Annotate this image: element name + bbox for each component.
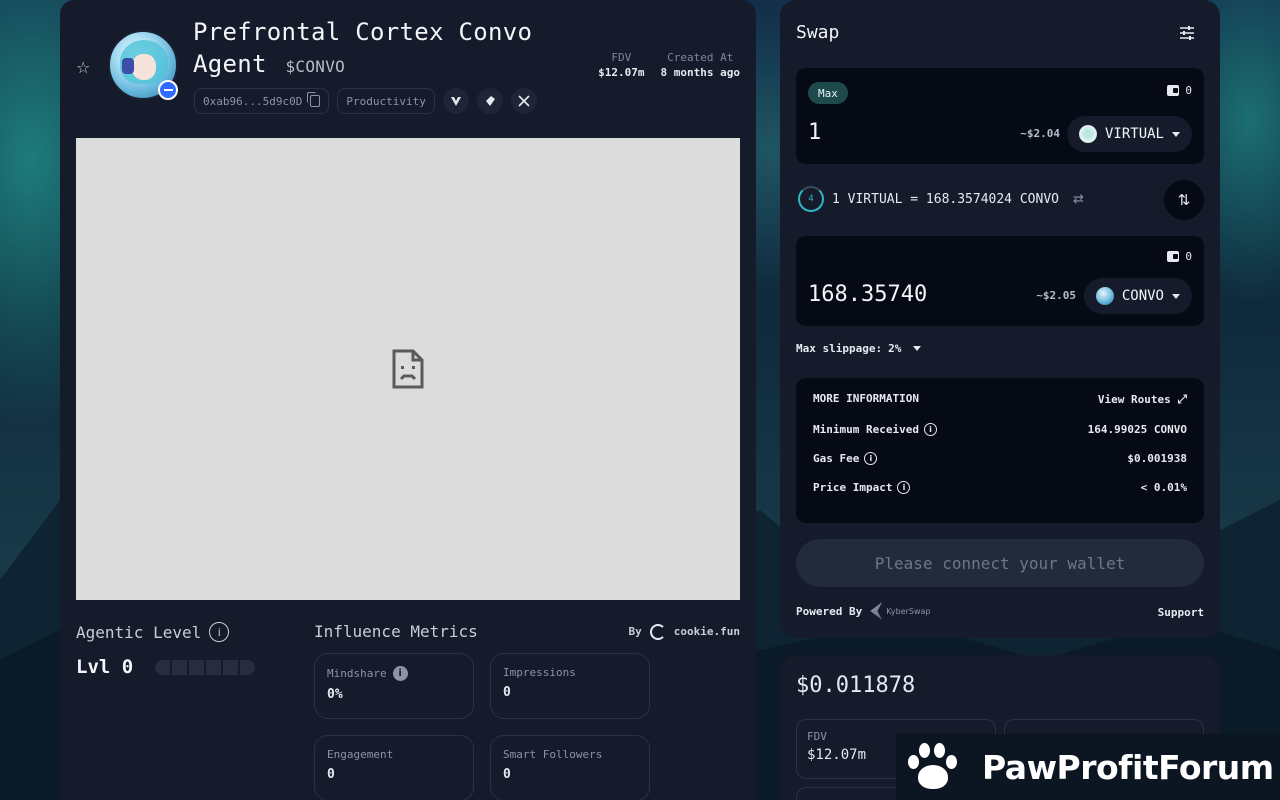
website-icon[interactable] <box>476 88 503 114</box>
info-row-minimum-received: Minimum Received i 164.99025 CONVO <box>813 423 1187 436</box>
to-amount-output[interactable]: 168.35740 <box>808 282 927 307</box>
cookie-icon <box>649 623 666 640</box>
swap-panel: Swap Max 0 1 ~$2.04 VIRTUAL 4 1 VIRTUAL … <box>780 0 1220 638</box>
agentic-label: Agentic Level <box>76 622 202 642</box>
metric-card-impressions: Impressions 0 <box>490 653 650 719</box>
wallet-icon <box>1167 251 1180 262</box>
provider-credit[interactable]: By cookie.fun <box>629 623 740 640</box>
from-token-select[interactable]: VIRTUAL <box>1066 116 1192 152</box>
wallet-icon <box>1167 85 1180 96</box>
swap-from-box: Max 0 1 ~$2.04 VIRTUAL <box>796 68 1204 164</box>
stat-created-at: Created At 8 months ago <box>660 51 740 79</box>
to-usd-value: ~$2.05 <box>1036 289 1076 302</box>
level-progress-bar <box>155 659 256 675</box>
category-chip[interactable]: Productivity <box>337 88 435 114</box>
flip-direction-button[interactable]: ⇅ <box>1164 180 1204 220</box>
info-icon[interactable]: i <box>897 481 911 494</box>
kyberswap-logo: KyberSwap <box>870 602 931 620</box>
kyberswap-icon <box>870 602 883 620</box>
watermark: PawProfitForum <box>896 734 1280 800</box>
agent-name: Prefrontal Cortex Convo Agent <box>193 18 533 78</box>
contract-address: 0xab96...5d9c0D <box>203 94 303 108</box>
virtuals-icon[interactable] <box>442 88 469 114</box>
connect-wallet-button[interactable]: Please connect your wallet <box>796 539 1204 587</box>
agent-panel: ☆ Prefrontal Cortex Convo Agent $CONVO 0… <box>60 0 756 800</box>
more-info-title: MORE INFORMATION <box>813 392 919 405</box>
max-button[interactable]: Max <box>808 82 848 104</box>
influence-metrics: Influence Metrics By cookie.fun Mindshar… <box>314 622 740 800</box>
from-balance: 0 <box>1167 84 1192 97</box>
chevron-down-icon <box>1172 131 1180 137</box>
convo-token-icon <box>1095 287 1114 305</box>
swap-title: Swap <box>796 22 840 43</box>
metric-card-mindshare: Mindshare i 0% <box>314 653 474 719</box>
more-information-box: MORE INFORMATION View Routes ⤢ Minimum R… <box>796 378 1204 523</box>
powered-by: Powered By KyberSwap <box>796 602 931 620</box>
provider-name: cookie.fun <box>673 625 740 638</box>
watermark-text: PawProfitForum <box>982 747 1274 787</box>
support-link[interactable]: Support <box>1158 606 1204 619</box>
swap-to-box: 0 168.35740 ~$2.05 CONVO <box>796 236 1204 326</box>
agentic-level-value: Lvl 0 <box>76 656 134 678</box>
to-token-select[interactable]: CONVO <box>1083 278 1192 314</box>
to-balance: 0 <box>1167 250 1192 263</box>
agentic-level: Agentic Level i Lvl 0 <box>76 622 256 678</box>
virtual-token-icon <box>1078 125 1097 143</box>
metric-card-engagement: Engagement 0 <box>314 735 474 800</box>
slippage-select[interactable]: Max slippage: 2% <box>796 342 922 355</box>
x-icon[interactable] <box>510 88 537 114</box>
info-icon[interactable]: i <box>392 666 408 681</box>
refresh-timer-icon: 4 <box>798 186 824 212</box>
agent-ticker: $CONVO <box>285 57 346 76</box>
chevron-down-icon <box>1172 293 1180 299</box>
category-label: Productivity <box>346 94 426 108</box>
agent-chips: 0xab96...5d9c0D Productivity <box>194 88 537 114</box>
paw-icon <box>906 741 962 793</box>
media-frame <box>76 138 740 600</box>
contract-address-chip[interactable]: 0xab96...5d9c0D <box>194 88 330 114</box>
token-price: $0.011878 <box>796 673 916 698</box>
metric-card-smart-followers: Smart Followers 0 <box>490 735 650 800</box>
exchange-rate: 4 1 VIRTUAL = 168.3574024 CONVO ⇄ <box>798 186 1084 212</box>
broken-document-icon <box>392 349 424 389</box>
info-icon[interactable]: i <box>923 423 937 436</box>
info-row-gas-fee: Gas Fee i $0.001938 <box>813 452 1187 465</box>
expand-icon: ⤢ <box>1177 392 1187 406</box>
from-amount-input[interactable]: 1 <box>808 120 821 145</box>
info-icon[interactable]: i <box>209 622 230 642</box>
status-badge-icon <box>158 80 178 100</box>
refresh-icon[interactable]: ⇄ <box>1073 192 1084 207</box>
from-usd-value: ~$2.04 <box>1020 127 1060 140</box>
settings-sliders-icon[interactable] <box>1178 24 1196 42</box>
copy-icon[interactable] <box>307 92 321 107</box>
favorite-star-icon[interactable]: ☆ <box>76 58 90 77</box>
agent-title: Prefrontal Cortex Convo Agent $CONVO <box>193 16 553 83</box>
chevron-down-icon <box>913 346 922 351</box>
agent-stats: FDV $12.07m Created At 8 months ago <box>598 50 740 81</box>
exchange-rate-text: 1 VIRTUAL = 168.3574024 CONVO <box>832 191 1059 207</box>
info-row-price-impact: Price Impact i < 0.01% <box>813 481 1187 494</box>
view-routes-link[interactable]: View Routes ⤢ <box>1098 392 1187 407</box>
stat-fdv: FDV $12.07m <box>598 51 645 79</box>
influence-title: Influence Metrics <box>314 622 478 641</box>
info-icon[interactable]: i <box>864 452 878 465</box>
